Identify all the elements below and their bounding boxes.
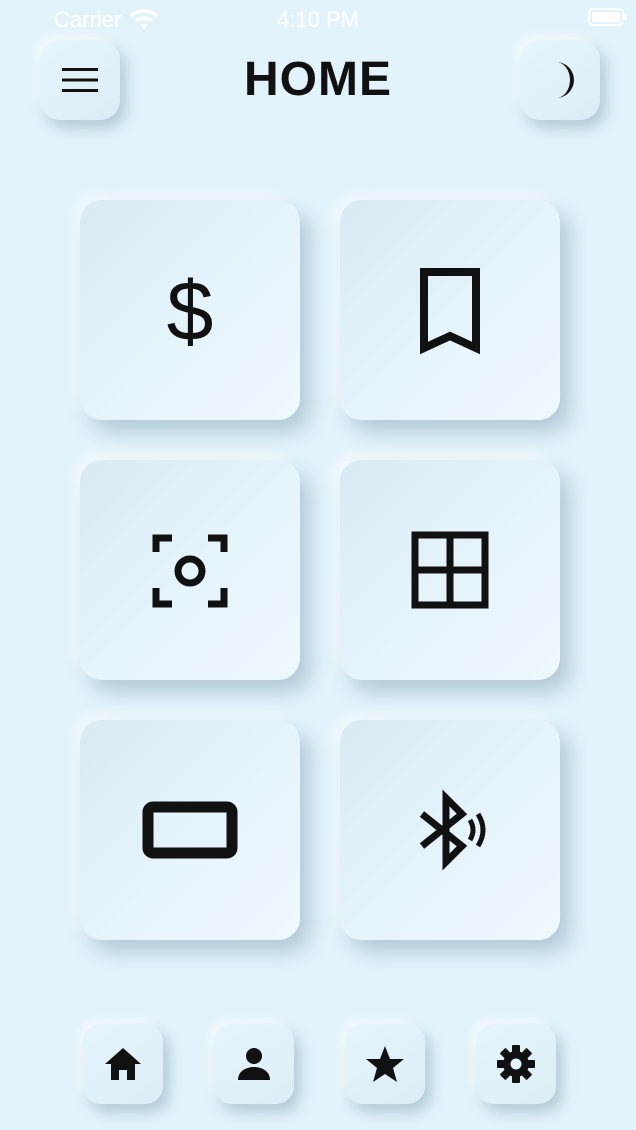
camera-focus-icon <box>152 534 228 608</box>
nav-settings-button[interactable] <box>476 1024 556 1104</box>
tile-camera-focus[interactable] <box>80 460 300 680</box>
battery-fill <box>592 12 620 22</box>
bluetooth-audio-icon <box>419 789 486 871</box>
nav-profile-button[interactable] <box>214 1024 294 1104</box>
dollar-icon: $ <box>167 264 214 358</box>
tile-dollar[interactable]: $ <box>80 200 300 420</box>
bookmark-icon <box>420 268 480 355</box>
theme-toggle-button[interactable] <box>520 40 600 120</box>
battery-icon <box>588 8 627 26</box>
nav-favorites-button[interactable] <box>345 1024 425 1104</box>
tile-bluetooth-audio[interactable] <box>340 720 560 940</box>
nav-home-button[interactable] <box>83 1024 163 1104</box>
status-time: 4:10 PM <box>277 7 359 32</box>
status-bar: Carrier 4:10 PM <box>0 0 636 40</box>
svg-text:$: $ <box>167 264 214 358</box>
settings-icon <box>497 1045 535 1083</box>
tablet-landscape-icon <box>142 801 238 859</box>
star-icon <box>366 1046 404 1082</box>
moon-icon <box>556 62 574 98</box>
tile-grid[interactable] <box>340 460 560 680</box>
grid-icon <box>411 531 489 609</box>
person-icon <box>238 1048 270 1080</box>
home-icon <box>105 1048 141 1080</box>
tile-bookmark[interactable] <box>340 200 560 420</box>
tile-tablet[interactable] <box>80 720 300 940</box>
